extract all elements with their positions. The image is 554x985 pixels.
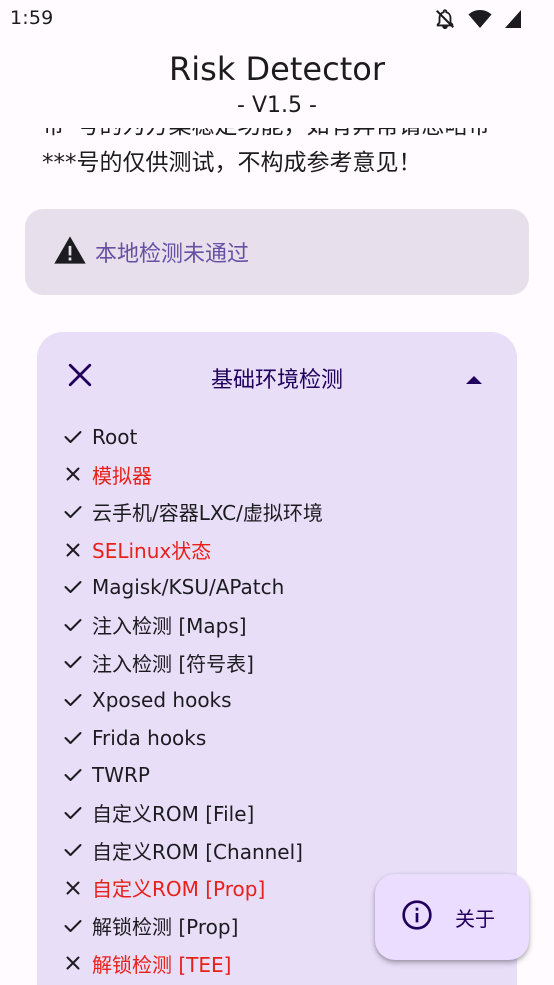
check-item-label: 注入检测 [Maps] — [92, 614, 247, 639]
notifications-off-icon — [434, 8, 456, 30]
status-time: 1:59 — [10, 7, 54, 29]
check-item-label: 自定义ROM [Prop] — [92, 877, 266, 902]
check-item-label: 解锁检测 [Prop] — [92, 915, 239, 940]
section-title: 基础环境检测 — [210, 368, 343, 393]
status-bar: 1:59 — [0, 0, 554, 40]
check-item-label: 自定义ROM [Channel] — [92, 839, 303, 864]
check-icon — [63, 502, 83, 522]
check-icon — [63, 728, 83, 748]
check-item-label: Xposed hooks — [92, 687, 232, 712]
arrow-up-icon[interactable] — [465, 370, 483, 389]
check-item-label: 解锁检测 [TEE] — [92, 952, 232, 977]
content-scroll-area[interactable]: 带*号的为方案稳定功能，如有异常请忽略带***号的仅供测试，不构成参考意见！ 本… — [0, 128, 554, 985]
check-item: 自定义ROM [Prop] — [63, 869, 323, 907]
about-button[interactable]: 关于 — [375, 874, 529, 960]
check-item-label: 自定义ROM [File] — [92, 802, 255, 827]
check-icon — [63, 690, 83, 710]
check-item-label: 云手机/容器LXC/虚拟环境 — [92, 501, 323, 526]
warning-icon — [53, 235, 95, 269]
check-item-label: 模拟器 — [92, 463, 152, 488]
check-item: 云手机/容器LXC/虚拟环境 — [63, 493, 323, 531]
close-icon — [63, 953, 83, 973]
check-item: Xposed hooks — [63, 681, 323, 719]
local-check-alert: 本地检测未通过 — [25, 209, 529, 295]
check-icon — [63, 615, 83, 635]
app-title: Risk Detector — [169, 50, 385, 88]
close-icon — [63, 878, 83, 898]
check-list: Root 模拟器云手机/容器LXC/虚拟环境 SELinux状态 Magisk/KSU… — [63, 418, 323, 982]
check-item-label: SELinux状态 — [92, 539, 212, 564]
check-item: 自定义ROM [Channel] — [63, 832, 323, 870]
about-label: 关于 — [455, 906, 495, 931]
close-icon — [63, 464, 83, 484]
app-version: - V1.5 - — [237, 93, 317, 118]
check-item-label: TWRP — [92, 763, 150, 788]
wifi-icon — [468, 9, 492, 29]
check-icon — [63, 916, 83, 936]
check-item: Frida hooks — [63, 719, 323, 757]
check-icon — [63, 803, 83, 823]
check-item-label: Magisk/KSU/APatch — [92, 575, 285, 600]
close-icon — [63, 540, 83, 560]
check-item: 模拟器 — [63, 456, 323, 494]
check-item: Magisk/KSU/APatch — [63, 568, 323, 606]
check-item: 注入检测 [符号表] — [63, 644, 323, 682]
check-item: 解锁检测 [Prop] — [63, 907, 323, 945]
alert-text: 本地检测未通过 — [95, 242, 250, 267]
status-icons — [434, 8, 522, 30]
check-item-label: 注入检测 [符号表] — [92, 651, 254, 676]
check-item: 解锁检测 [TEE] — [63, 944, 323, 982]
cellular-signal-icon — [504, 9, 522, 29]
check-icon — [63, 652, 83, 672]
check-item: 自定义ROM [File] — [63, 794, 323, 832]
check-icon — [63, 765, 83, 785]
check-item: Root — [63, 418, 323, 456]
check-icon — [63, 577, 83, 597]
check-item: TWRP — [63, 756, 323, 794]
info-icon — [401, 899, 433, 935]
check-item-label: Frida hooks — [92, 725, 207, 750]
check-item-label: Root — [92, 424, 138, 449]
intro-text: 带*号的为方案稳定功能，如有异常请忽略带***号的仅供测试，不构成参考意见！ — [42, 128, 491, 176]
section-header[interactable]: 基础环境检测 — [37, 332, 517, 418]
check-icon — [63, 427, 83, 447]
check-item: 注入检测 [Maps] — [63, 606, 323, 644]
check-item: SELinux状态 — [63, 531, 323, 569]
check-icon — [63, 840, 83, 860]
